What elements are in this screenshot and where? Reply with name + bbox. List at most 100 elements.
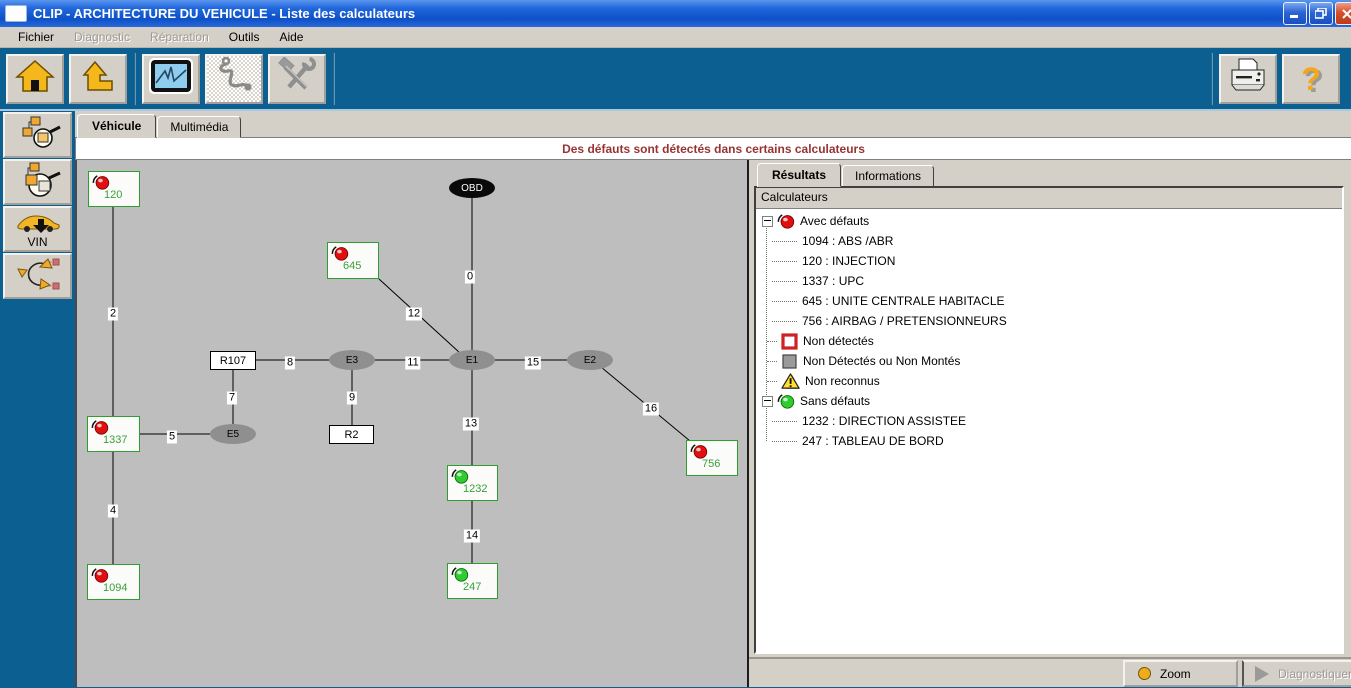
collapse-icon[interactable]: [762, 396, 773, 407]
relay-node-R107: R107: [210, 351, 256, 370]
oscilloscope-icon: [148, 57, 194, 100]
architecture-search-button[interactable]: [3, 112, 72, 158]
tree-category-label: Non reconnus: [805, 374, 880, 388]
refresh-cycle-icon: [14, 255, 62, 298]
obd-node: OBD: [449, 178, 495, 198]
square-gray-icon: [781, 353, 798, 370]
minimize-icon[interactable]: [1283, 2, 1307, 25]
ecu-node-label: 645: [343, 260, 361, 272]
edge-label-8: 8: [285, 357, 295, 370]
ecu-node-label: 120: [104, 189, 122, 201]
tree-item-label: 1232 : DIRECTION ASSISTEE: [802, 414, 966, 428]
ecu-node-756[interactable]: 756: [686, 440, 738, 476]
connector-node-E1: E1: [449, 350, 495, 370]
up-level-button[interactable]: [69, 54, 127, 104]
tree-stub: [767, 361, 777, 362]
toolbar-separator: [1211, 53, 1213, 105]
app-icon: [5, 5, 27, 22]
vehicle-tabstrip: VéhiculeMultimédia: [75, 111, 1351, 137]
titlebar: CLIP - ARCHITECTURE DU VEHICULE - Liste …: [0, 0, 1351, 27]
tab-informations[interactable]: Informations: [842, 165, 934, 187]
warning-bar: Des défauts sont détectés dans certains …: [75, 137, 1351, 160]
edge-label-11: 11: [405, 357, 420, 370]
refresh-cycle-button[interactable]: [3, 253, 72, 299]
menu-aide[interactable]: Aide: [269, 28, 313, 46]
architecture-zoom-icon: [14, 161, 62, 204]
clip-app-window: CLIP - ARCHITECTURE DU VEHICULE - Liste …: [0, 0, 1351, 688]
ecu-node-247[interactable]: 247: [447, 563, 498, 599]
home-icon: [15, 58, 55, 99]
tree-item[interactable]: 756 : AIRBAG / PRETENSIONNEURS: [762, 311, 1342, 331]
vin-label: VIN: [27, 236, 47, 248]
menu-réparation: Réparation: [140, 28, 219, 46]
up-level-icon: [78, 58, 118, 99]
toolbar: ?: [0, 48, 1351, 111]
collapse-icon[interactable]: [762, 216, 773, 227]
tree-item[interactable]: 645 : UNITE CENTRALE HABITACLE: [762, 291, 1342, 311]
warning-triangle-icon: [781, 373, 800, 390]
relay-node-R2: R2: [329, 425, 374, 444]
tree-item-label: 247 : TABLEAU DE BORD: [802, 434, 944, 448]
help-button[interactable]: ?: [1282, 54, 1340, 104]
print-button[interactable]: [1219, 54, 1277, 104]
tree-category-label: Avec défauts: [800, 214, 869, 228]
calculateurs-listpanel: Calculateurs Avec défauts1094 : ABS /ABR…: [754, 186, 1344, 654]
tab-résultats[interactable]: Résultats: [757, 163, 841, 187]
vehicle-architecture-diagram: 120645133710947561232247OBDE1E2E3E5R107R…: [75, 160, 747, 687]
edge-label-13: 13: [463, 418, 479, 431]
calculateurs-tree: Avec défauts 1094 : ABS /ABR120 : INJECTI…: [756, 209, 1342, 451]
ecu-node-1337[interactable]: 1337: [87, 416, 140, 452]
vin-button[interactable]: VIN: [3, 206, 72, 252]
menu-outils[interactable]: Outils: [219, 28, 270, 46]
ecu-node-label: 1232: [463, 483, 487, 495]
tree-category[interactable]: Non détectés: [762, 331, 1342, 351]
connector-node-E5: E5: [210, 424, 256, 444]
wiring-test-button[interactable]: [205, 54, 263, 104]
tab-véhicule[interactable]: Véhicule: [77, 114, 156, 138]
ecu-node-label: 756: [702, 458, 720, 470]
menu-fichier[interactable]: Fichier: [8, 28, 64, 46]
edge-label-16: 16: [643, 403, 659, 416]
sidebar: VIN: [0, 111, 75, 687]
home-button[interactable]: [6, 54, 64, 104]
tree-category[interactable]: Sans défauts: [762, 391, 1342, 411]
window-title: CLIP - ARCHITECTURE DU VEHICULE - Liste …: [33, 6, 415, 21]
tree-category[interactable]: Avec défauts: [762, 211, 1342, 231]
help-icon: ?: [1301, 63, 1321, 95]
edge-label-4: 4: [108, 505, 118, 518]
ecu-node-label: 247: [463, 581, 481, 593]
zoom-button[interactable]: Zoom: [1123, 660, 1238, 687]
wiring-test-icon: [214, 56, 254, 101]
warning-text: Des défauts sont détectés dans certains …: [562, 142, 865, 156]
architecture-zoom-button[interactable]: [3, 159, 72, 205]
tree-category-label: Non détectés: [803, 334, 874, 348]
toolbar-separator: [134, 53, 136, 105]
ecu-node-label: 1094: [103, 582, 127, 594]
edge-label-7: 7: [227, 392, 237, 405]
tree-item[interactable]: 247 : TABLEAU DE BORD: [762, 431, 1342, 451]
printer-icon: [1227, 57, 1269, 100]
tree-category-label: Non Détectés ou Non Montés: [803, 354, 960, 368]
tools-icon: [276, 57, 318, 100]
ecu-node-645[interactable]: 645: [327, 242, 379, 279]
tree-item-label: 756 : AIRBAG / PRETENSIONNEURS: [802, 314, 1007, 328]
menu-diagnostic: Diagnostic: [64, 28, 140, 46]
ecu-node-120[interactable]: 120: [88, 171, 140, 207]
edge-label-0: 0: [465, 271, 475, 284]
ecu-node-1232[interactable]: 1232: [447, 465, 498, 501]
close-icon[interactable]: [1335, 2, 1351, 25]
tab-multimédia[interactable]: Multimédia: [157, 116, 241, 138]
tree-category[interactable]: Non reconnus: [762, 371, 1342, 391]
tools-button[interactable]: [268, 54, 326, 104]
tree-item[interactable]: 1232 : DIRECTION ASSISTEE: [762, 411, 1342, 431]
edge-label-15: 15: [525, 357, 541, 370]
diagnose-button[interactable]: Diagnostiquer: [1242, 660, 1351, 687]
ecu-node-1094[interactable]: 1094: [87, 564, 140, 600]
tree-category[interactable]: Non Détectés ou Non Montés: [762, 351, 1342, 371]
restore-icon[interactable]: [1309, 2, 1333, 25]
oscilloscope-button[interactable]: [142, 54, 200, 104]
tree-item[interactable]: 1337 : UPC: [762, 271, 1342, 291]
tree-item[interactable]: 120 : INJECTION: [762, 251, 1342, 271]
tree-item-label: 645 : UNITE CENTRALE HABITACLE: [802, 294, 1005, 308]
tree-item[interactable]: 1094 : ABS /ABR: [762, 231, 1342, 251]
